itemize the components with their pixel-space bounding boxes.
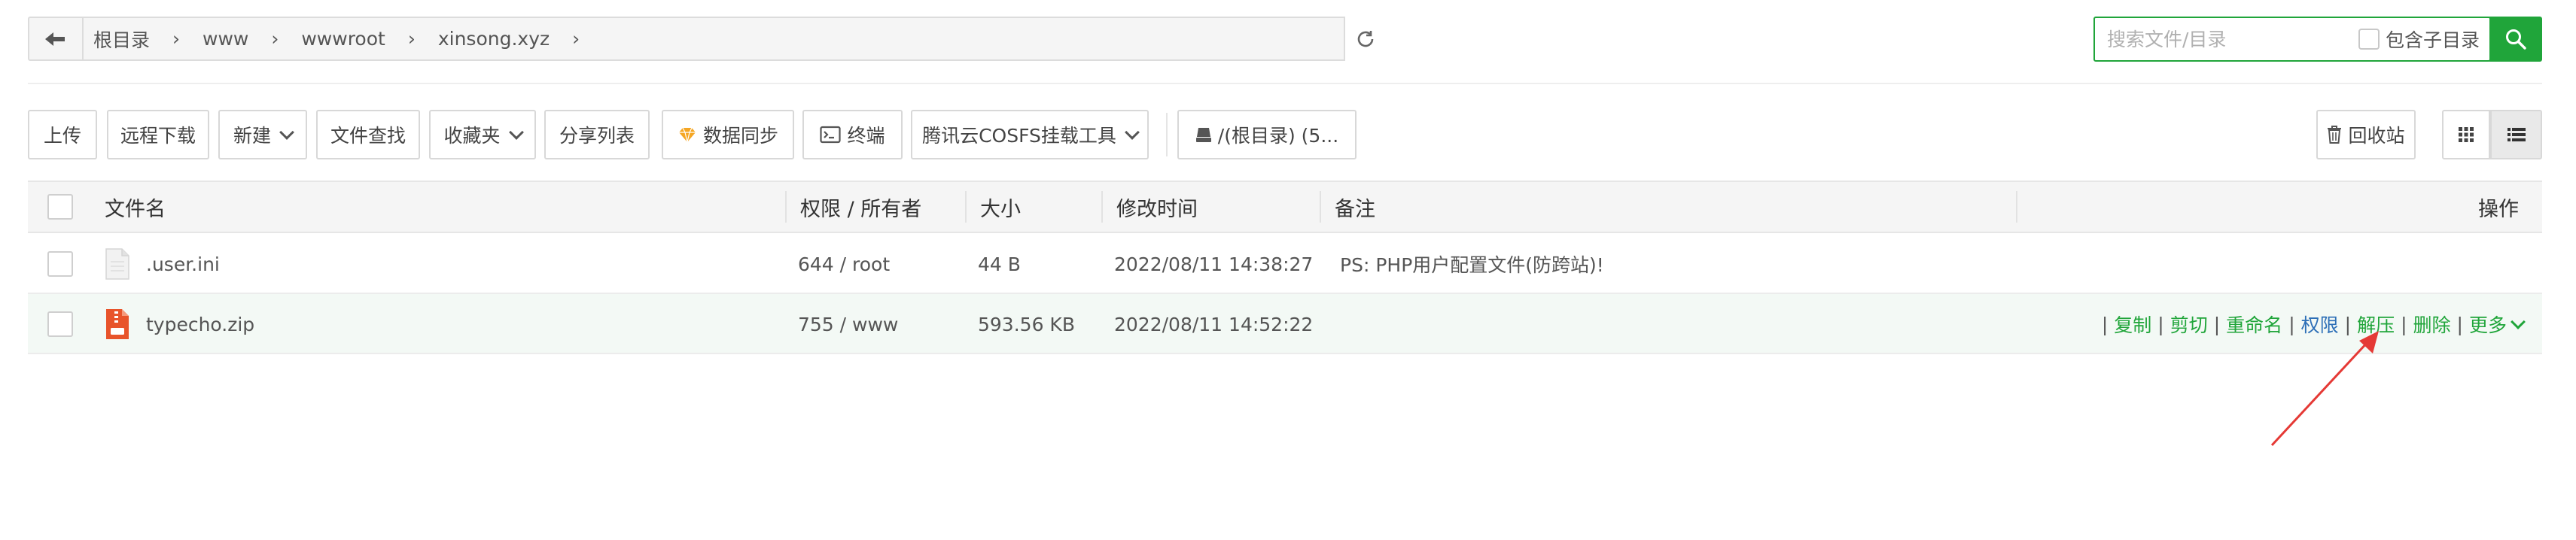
new-dropdown[interactable]: 新建 bbox=[218, 110, 307, 159]
search-icon bbox=[2506, 29, 2526, 50]
search-input[interactable] bbox=[2095, 18, 2343, 60]
data-sync-button[interactable]: 数据同步 bbox=[662, 110, 794, 159]
file-permission[interactable]: 644 / root bbox=[798, 234, 890, 294]
row-select-cell bbox=[47, 294, 73, 354]
file-icon bbox=[105, 248, 129, 280]
recycle-bin-label: 回收站 bbox=[2348, 125, 2405, 147]
include-subdir-option[interactable]: 包含子目录 bbox=[2358, 18, 2480, 60]
action-separator: | bbox=[2401, 313, 2407, 335]
diamond-icon bbox=[678, 127, 696, 143]
file-modified-time: 2022/08/11 14:52:22 bbox=[1114, 313, 1314, 335]
header-actions: 操作 bbox=[2478, 197, 2519, 221]
file-note[interactable]: PS: PHP用户配置文件(防跨站)! bbox=[1340, 234, 1604, 294]
search-button[interactable] bbox=[2489, 17, 2542, 62]
breadcrumb-item[interactable]: www bbox=[202, 28, 257, 50]
list-icon bbox=[2507, 128, 2526, 141]
breadcrumb-item[interactable]: xinsong.xyz bbox=[438, 28, 559, 50]
row-select-cell bbox=[47, 234, 73, 294]
chevron-down-icon bbox=[2511, 314, 2526, 329]
upload-label: 上传 bbox=[43, 125, 81, 147]
favorites-label: 收藏夹 bbox=[443, 125, 501, 147]
disk-icon bbox=[1195, 128, 1211, 142]
select-all-cell bbox=[47, 181, 73, 233]
terminal-button[interactable]: 终端 bbox=[802, 110, 903, 159]
copy-action[interactable]: 复制 bbox=[2114, 311, 2151, 338]
favorites-dropdown[interactable]: 收藏夹 bbox=[429, 110, 536, 159]
header-modified-time[interactable]: 修改时间 bbox=[1116, 181, 1198, 233]
include-subdir-checkbox[interactable] bbox=[2358, 29, 2380, 50]
file-size: 593.56 KB bbox=[978, 313, 1075, 335]
grid-view-button[interactable] bbox=[2442, 110, 2490, 159]
column-separator bbox=[2016, 191, 2017, 223]
action-separator: | bbox=[2157, 313, 2164, 335]
cut-action[interactable]: 剪切 bbox=[2170, 311, 2208, 338]
file-search-label: 文件查找 bbox=[330, 125, 406, 147]
cosfs-label: 腾讯云COSFS挂载工具 bbox=[922, 125, 1116, 147]
remote-download-label: 远程下载 bbox=[120, 125, 196, 147]
header-note: 备注 bbox=[1335, 197, 1375, 221]
file-modified-time: 2022/08/11 14:38:27 bbox=[1114, 253, 1314, 275]
terminal-label: 终端 bbox=[847, 125, 885, 147]
file-search-button[interactable]: 文件查找 bbox=[316, 110, 420, 159]
disk-label: /(根目录) (5... bbox=[1217, 125, 1339, 147]
upload-button[interactable]: 上传 bbox=[28, 110, 97, 159]
file-permission[interactable]: 755 / www bbox=[798, 294, 898, 354]
column-separator bbox=[1320, 191, 1321, 223]
table-header bbox=[28, 181, 2542, 233]
column-separator bbox=[785, 191, 787, 223]
zip-icon-cell bbox=[105, 294, 130, 354]
header-permission[interactable]: 权限 / 所有者 bbox=[800, 181, 921, 233]
divider bbox=[28, 83, 2542, 84]
row-checkbox[interactable] bbox=[47, 251, 73, 277]
chevron-right-icon: › bbox=[172, 28, 181, 50]
cosfs-tool-dropdown[interactable]: 腾讯云COSFS挂载工具 bbox=[911, 110, 1149, 159]
arrow-left-icon bbox=[45, 32, 65, 46]
breadcrumb-item[interactable]: wwwroot bbox=[301, 28, 394, 50]
list-view-button[interactable] bbox=[2490, 110, 2542, 159]
recycle-bin-button[interactable]: 回收站 bbox=[2316, 110, 2416, 159]
chevron-right-icon: › bbox=[572, 28, 580, 50]
refresh-button[interactable] bbox=[1344, 17, 1386, 61]
disk-button[interactable]: /(根目录) (5... bbox=[1177, 110, 1357, 159]
column-separator bbox=[1101, 191, 1103, 223]
chevron-down-icon bbox=[508, 125, 524, 140]
file-icon-cell bbox=[105, 234, 130, 294]
column-separator bbox=[965, 191, 967, 223]
share-list-label: 分享列表 bbox=[559, 125, 635, 147]
action-separator: | bbox=[2213, 313, 2221, 335]
annotation-arrow-icon bbox=[2270, 331, 2379, 447]
chevron-right-icon: › bbox=[407, 28, 416, 50]
data-sync-label: 数据同步 bbox=[702, 125, 778, 147]
grid-icon bbox=[2459, 127, 2474, 142]
zip-file-icon bbox=[106, 309, 129, 339]
toolbar-separator bbox=[1166, 113, 1168, 156]
delete-action[interactable]: 删除 bbox=[2413, 311, 2451, 338]
breadcrumb-item[interactable]: 根目录 bbox=[93, 26, 159, 53]
header-name[interactable]: 文件名 bbox=[105, 181, 166, 233]
action-separator: | bbox=[2101, 313, 2109, 335]
select-all-checkbox[interactable] bbox=[47, 194, 73, 220]
chevron-down-icon bbox=[1125, 125, 1140, 140]
new-label: 新建 bbox=[233, 125, 271, 147]
refresh-icon bbox=[1357, 30, 1374, 47]
trash-icon bbox=[2328, 126, 2342, 144]
remote-download-button[interactable]: 远程下载 bbox=[107, 110, 209, 159]
more-action[interactable]: 更多 bbox=[2469, 311, 2507, 338]
file-name[interactable]: typecho.zip bbox=[146, 294, 254, 354]
action-separator: | bbox=[2456, 313, 2463, 335]
file-name[interactable]: .user.ini bbox=[146, 234, 220, 294]
include-subdir-label: 包含子目录 bbox=[2386, 29, 2480, 51]
file-size: 44 B bbox=[978, 253, 1021, 275]
chevron-down-icon bbox=[279, 125, 294, 140]
breadcrumb: 根目录 › www › wwwroot › xinsong.xyz › bbox=[93, 17, 602, 61]
share-list-button[interactable]: 分享列表 bbox=[544, 110, 650, 159]
row-checkbox[interactable] bbox=[47, 311, 73, 337]
chevron-right-icon: › bbox=[271, 28, 279, 50]
terminal-icon bbox=[820, 126, 842, 144]
back-button[interactable] bbox=[28, 17, 84, 61]
header-size[interactable]: 大小 bbox=[980, 181, 1021, 233]
